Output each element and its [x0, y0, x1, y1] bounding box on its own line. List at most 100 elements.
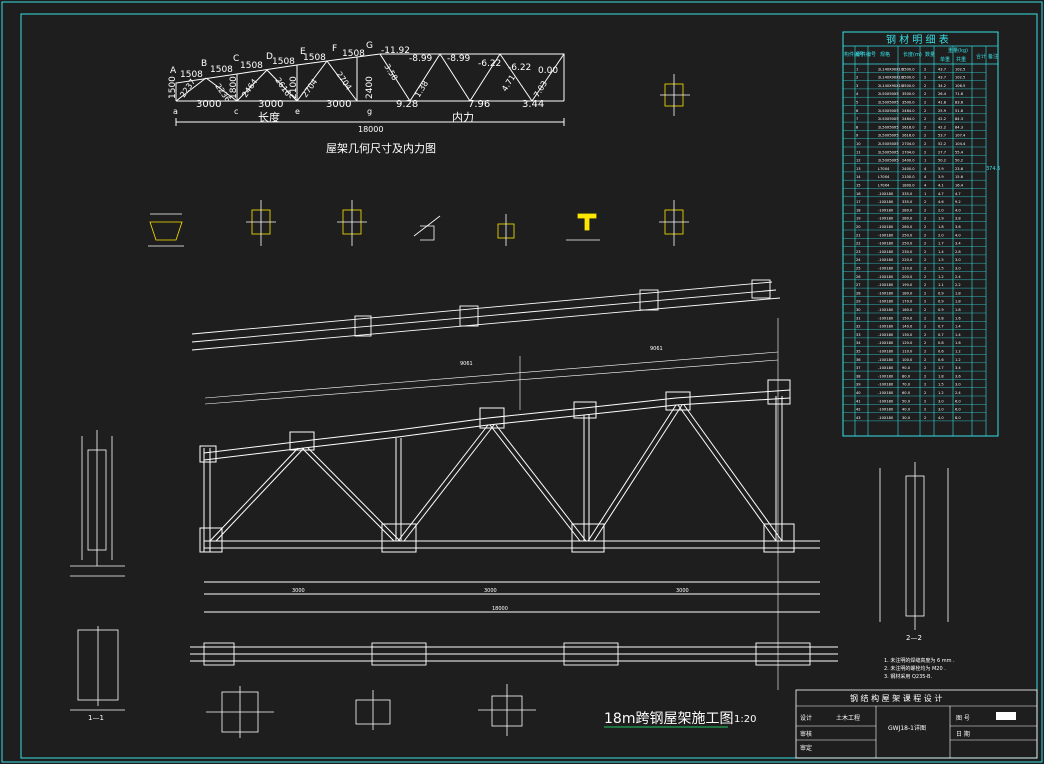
table-cell: 2 — [924, 134, 926, 138]
force-label: 内力 — [452, 110, 474, 124]
table-cell: 1.2 — [938, 275, 944, 279]
table-cell: 210.0 — [902, 267, 913, 271]
table-cell: 2 — [924, 341, 926, 345]
top-force-1: -11.92 — [381, 46, 410, 56]
bottom-details — [206, 684, 536, 738]
table-cell: 38 — [856, 374, 861, 378]
table-cell: 2 — [924, 125, 926, 129]
table-cell: 90.0 — [902, 366, 911, 370]
table-cell: -10X180 — [878, 391, 894, 395]
top-value-6: 1508 — [342, 49, 365, 59]
table-cell: 1.8 — [955, 308, 961, 312]
top-value-5: 1508 — [303, 53, 326, 63]
table-cell: 30 — [856, 308, 861, 312]
table-cell: 32 — [856, 325, 861, 329]
table-cell: 0.8 — [938, 316, 944, 320]
table-cell: 4 — [924, 167, 927, 171]
table-cell: 22 — [856, 242, 861, 246]
table-cell: 3.6 — [955, 374, 961, 378]
table-cell: 1.2 — [938, 391, 944, 395]
table-cell: 19 — [856, 217, 861, 221]
table-cell: 18 — [856, 208, 861, 212]
table-cell: 11 — [856, 150, 861, 154]
table-cell: 2L50X50X5 — [878, 125, 899, 129]
table-cell: 5.9 — [938, 167, 944, 171]
title-block-row-approve: 审定 — [800, 744, 812, 752]
truss-dimension-texts: 3000 3000 3000 18000 9061 9061 — [292, 346, 689, 612]
table-cell: 104.4 — [955, 142, 966, 146]
table-cell: 2 — [924, 399, 926, 403]
table-cell: 150.0 — [902, 316, 913, 320]
geometry-labels: A B C D E F G a c e g 1508 1508 1508 150… — [168, 41, 558, 155]
table-cell: 21 — [856, 233, 861, 237]
table-cell: 17 — [856, 200, 861, 204]
table-cell: -10X180 — [878, 416, 894, 420]
table-cell: 4.0 — [955, 208, 961, 212]
table-cell: 1.6 — [955, 341, 961, 345]
table-cell: 120.0 — [902, 341, 913, 345]
table-cell: 4.7 — [938, 192, 944, 196]
table-cell: 41 — [856, 399, 861, 403]
table-cell: 50.0 — [902, 399, 911, 403]
table-cell: -10X180 — [878, 275, 894, 279]
material-table-frame — [842, 31, 999, 437]
node-label-g: G — [366, 41, 373, 51]
table-cell: 25.9 — [938, 109, 947, 113]
table-cell: 335.0 — [902, 200, 913, 204]
panel-dim-2: 3000 — [484, 588, 497, 594]
table-cell: 3.4 — [955, 366, 961, 370]
table-cell: 2 — [924, 150, 926, 154]
table-cell: 160.0 — [902, 308, 913, 312]
table-cell: 2 — [924, 391, 926, 395]
table-cell: 3.4 — [955, 242, 961, 246]
table-cell: 27 — [856, 283, 861, 287]
table-cell: 2 — [924, 92, 926, 96]
table-cell: 1800.0 — [902, 184, 915, 188]
table-cell: 52.2 — [938, 142, 946, 146]
web-value-7: 1.38 — [413, 79, 430, 99]
header-weight: 重量(kg) — [948, 47, 968, 54]
table-cell: 36 — [856, 358, 861, 362]
table-cell: 2 — [924, 208, 926, 212]
table-cell: 33 — [856, 333, 861, 337]
table-cell: 35 — [856, 350, 861, 354]
table-cell: 2 — [924, 200, 926, 204]
header-spec: 规格 — [880, 51, 890, 58]
table-cell: 2464.0 — [902, 117, 915, 121]
table-cell: 2616.0 — [902, 125, 915, 129]
table-cell: 2.2 — [955, 283, 961, 287]
table-cell: 15 — [856, 184, 861, 188]
table-cell: 2.8 — [955, 250, 961, 254]
table-cell: 1.5 — [938, 267, 944, 271]
main-truss-elevation — [199, 379, 820, 613]
table-cell: 2704.0 — [902, 150, 915, 154]
table-cell: 1 — [856, 67, 858, 71]
table-cell: 42 — [856, 408, 861, 412]
table-cell: 2 — [924, 408, 926, 412]
note-1: 1. 未注明的焊缝高度为 6 mm . — [884, 657, 955, 664]
table-cell: 3.0 — [955, 267, 961, 271]
table-cell: 83.6 — [955, 101, 964, 105]
table-cell: 1.4 — [938, 250, 944, 254]
table-cell: 26 — [856, 275, 861, 279]
table-cell: 3.0 — [955, 383, 961, 387]
table-cell: 102.5 — [955, 67, 965, 71]
table-cell: 250.0 — [902, 242, 913, 246]
table-cell: -10X180 — [878, 408, 894, 412]
table-cell: -10X180 — [878, 333, 894, 337]
table-cell: 4.1 — [938, 184, 944, 188]
table-cell: 2.4 — [955, 391, 961, 395]
table-cell: -10X180 — [878, 225, 894, 229]
table-cell: 40 — [856, 391, 861, 395]
header-note: 备注 — [988, 53, 998, 60]
web-value-5: 2704 — [300, 77, 319, 99]
table-cell: 260.0 — [902, 225, 913, 229]
table-cell: 2 — [924, 117, 926, 121]
table-cell: 4 — [924, 175, 927, 179]
table-cell: 2 — [924, 217, 926, 221]
table-cell: -10X180 — [878, 208, 894, 212]
table-cell: 280.0 — [902, 208, 913, 212]
panel-length-2: 3000 — [258, 99, 283, 110]
table-cell: 7 — [856, 117, 858, 121]
table-cell: 4.7 — [955, 192, 961, 196]
